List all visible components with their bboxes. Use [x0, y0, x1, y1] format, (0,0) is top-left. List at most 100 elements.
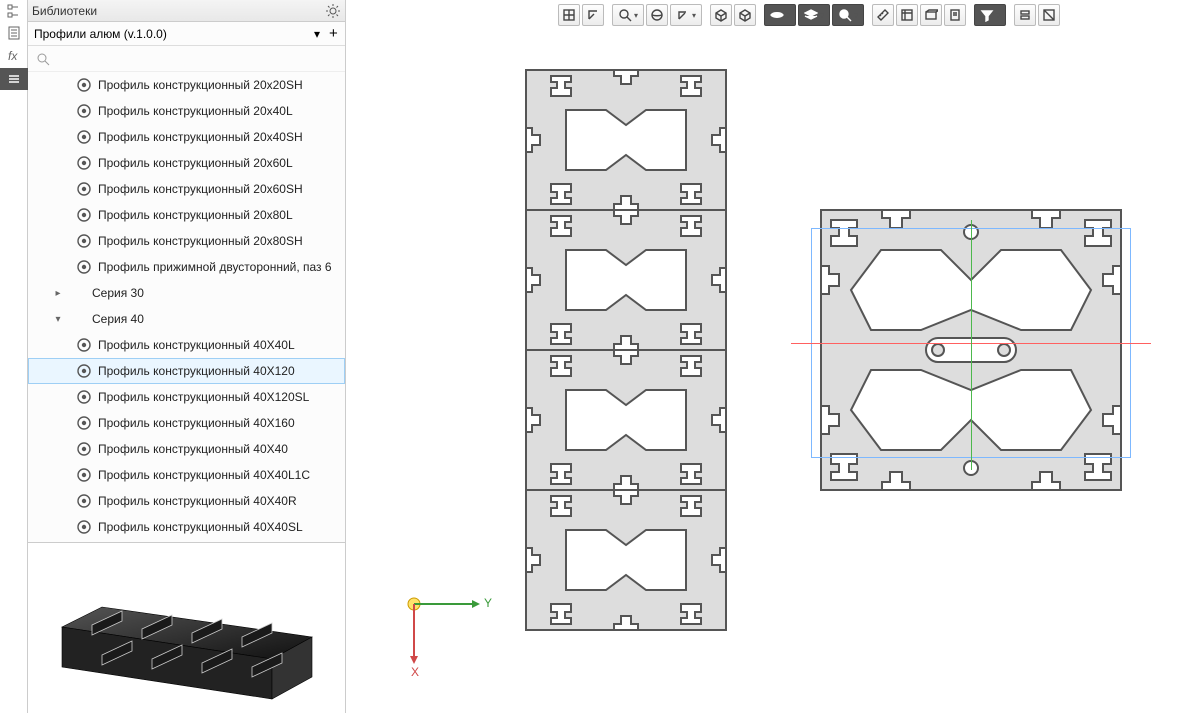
tree-item[interactable]: Профиль конструкционный 20x60SH — [28, 176, 345, 202]
tree-label: Профиль конструкционный 20x60L — [98, 156, 293, 170]
profile-40x160 — [516, 60, 736, 643]
part-icon — [76, 155, 92, 171]
tree-label: Профиль конструкционный 20x40SH — [98, 130, 303, 144]
part-icon — [76, 415, 92, 431]
tree-label: Профиль конструкционный 20x20SH — [98, 78, 303, 92]
tree-label: Профиль конструкционный 40X40R — [98, 494, 297, 508]
chevron-down-icon: ▾ — [854, 11, 858, 20]
tree-item[interactable]: Профиль прижимной двусторонний, паз 6 — [28, 254, 345, 280]
panel-title: Библиотеки — [32, 4, 325, 18]
tree-item[interactable]: Профиль конструкционный 40X40SL — [28, 514, 345, 540]
tree-item[interactable]: Профиль конструкционный 20x80L — [28, 202, 345, 228]
axis-y-label: Y — [484, 596, 492, 610]
part-icon — [76, 77, 92, 93]
part-icon — [76, 389, 92, 405]
chevron-down-icon: ▾ — [634, 11, 638, 20]
part-icon — [76, 467, 92, 483]
preview-pane — [28, 543, 345, 713]
grid-icon — [562, 8, 576, 22]
chevron-down-icon: ▾ — [786, 11, 790, 20]
part-icon — [76, 103, 92, 119]
measure-icon — [876, 8, 890, 22]
rail-btn-sheet[interactable] — [0, 22, 28, 44]
wire-icon — [738, 8, 752, 22]
layers-icon — [804, 8, 818, 22]
toolbar-sheet-button[interactable] — [944, 4, 966, 26]
toolbar-stack-button[interactable] — [1014, 4, 1036, 26]
tree-item[interactable]: Профиль конструкционный 40X40L — [28, 332, 345, 358]
tree-label: Серия 40 — [92, 312, 144, 326]
toolbar-wire-button[interactable] — [734, 4, 756, 26]
tree-folder[interactable]: ▾ Серия 40 — [28, 306, 345, 332]
tree-item[interactable]: Профиль конструкционный 40X120SL — [28, 384, 345, 410]
part-icon — [76, 493, 92, 509]
tree-label: Профиль конструкционный 20x80SH — [98, 234, 303, 248]
box-icon — [924, 8, 938, 22]
tree-item[interactable]: Профиль конструкционный 40X40L1C — [28, 462, 345, 488]
toolbar-orbit-button[interactable] — [646, 4, 668, 26]
chevron-down-icon: ▾ — [820, 11, 824, 20]
rail-btn-fx[interactable]: fx — [0, 44, 28, 66]
toolbar-eye-button[interactable]: ▾ — [764, 4, 796, 26]
toolbar-grid-button[interactable] — [558, 4, 580, 26]
profile-40x120-selected — [806, 200, 1136, 503]
tree-item[interactable]: Профиль конструкционный 40X40R — [28, 488, 345, 514]
ucs-triad: Y X — [402, 592, 492, 685]
toolbar-filter-button[interactable]: ▾ — [974, 4, 1006, 26]
toolbar-zoom-region-button[interactable]: ▾ — [612, 4, 644, 26]
tree-label: Профиль конструкционный 40X120 — [98, 364, 295, 378]
tree-item[interactable]: Профиль конструкционный 20x60L — [28, 150, 345, 176]
app-rail: fx — [0, 0, 28, 713]
toolbar-ucs-button[interactable] — [582, 4, 604, 26]
ucs-icon — [586, 8, 600, 22]
toolbar-align-button[interactable] — [896, 4, 918, 26]
tree-item[interactable]: Профиль конструкционный 20x40SH — [28, 124, 345, 150]
tree-item[interactable]: Профиль конструкционный 20x20SH — [28, 72, 345, 98]
canvas-toolbar: ▾ ▾ ▾ ▾ ▾ ▾ — [558, 4, 1060, 28]
clip-icon — [1042, 8, 1056, 22]
tree-item[interactable]: Профиль конструкционный 40X40 — [28, 436, 345, 462]
tree-label: Профиль конструкционный 40X160 — [98, 416, 295, 430]
part-icon — [76, 207, 92, 223]
toolbar-cube-button[interactable] — [710, 4, 732, 26]
chevron-icon: ▸ — [52, 288, 64, 299]
part-icon — [76, 337, 92, 353]
part-icon — [76, 129, 92, 145]
tree-item[interactable]: Профиль конструкционный 20x80SH — [28, 228, 345, 254]
tree-label: Профиль конструкционный 40X40 — [98, 442, 288, 456]
part-icon — [76, 363, 92, 379]
library-selector[interactable]: Профили алюм (v.1.0.0) ▾ + — [28, 22, 345, 46]
tree-label: Профиль конструкционный 40X40L — [98, 338, 295, 352]
toolbar-measure-button[interactable] — [872, 4, 894, 26]
toolbar-layers-button[interactable]: ▾ — [798, 4, 830, 26]
hamburger-icon — [6, 71, 22, 87]
tree-item[interactable]: Профиль конструкционный 40X160 — [28, 410, 345, 436]
tree-item[interactable]: Профиль конструкционный 20x40L — [28, 98, 345, 124]
rail-btn-tree[interactable] — [0, 0, 28, 22]
tree-label: Профиль конструкционный 20x80L — [98, 208, 293, 222]
library-sidebar: Библиотеки Профили алюм (v.1.0.0) ▾ + Пр… — [28, 0, 346, 713]
search-row[interactable] — [28, 46, 345, 72]
chevron-down-icon: ▾ — [692, 11, 696, 20]
chevron-down-icon: ▾ — [311, 27, 323, 41]
ucs2-icon — [676, 8, 690, 22]
tree-label: Профиль конструкционный 20x40L — [98, 104, 293, 118]
toolbar-ucs2-button[interactable]: ▾ — [670, 4, 702, 26]
tree-item[interactable]: Профиль конструкционный 40X120 — [28, 358, 345, 384]
part-icon — [76, 259, 92, 275]
toolbar-box-button[interactable] — [920, 4, 942, 26]
chevron-icon: ▾ — [52, 314, 64, 325]
tree-folder[interactable]: ▸ Серия 30 — [28, 280, 345, 306]
rail-btn-menu[interactable] — [0, 68, 28, 90]
eye-icon — [770, 8, 784, 22]
drawing-canvas[interactable]: ▾ ▾ ▾ ▾ ▾ ▾ — [346, 0, 1182, 713]
gear-icon[interactable] — [325, 3, 341, 19]
part-icon — [76, 519, 92, 535]
tree-label: Серия 30 — [92, 286, 144, 300]
toolbar-search-button[interactable]: ▾ — [832, 4, 864, 26]
library-tree[interactable]: Профиль конструкционный 20x20SH Профиль к… — [28, 72, 345, 543]
plus-icon[interactable]: + — [323, 25, 339, 42]
axis-vertical — [971, 220, 972, 470]
stack-icon — [1018, 8, 1032, 22]
toolbar-clip-button[interactable] — [1038, 4, 1060, 26]
